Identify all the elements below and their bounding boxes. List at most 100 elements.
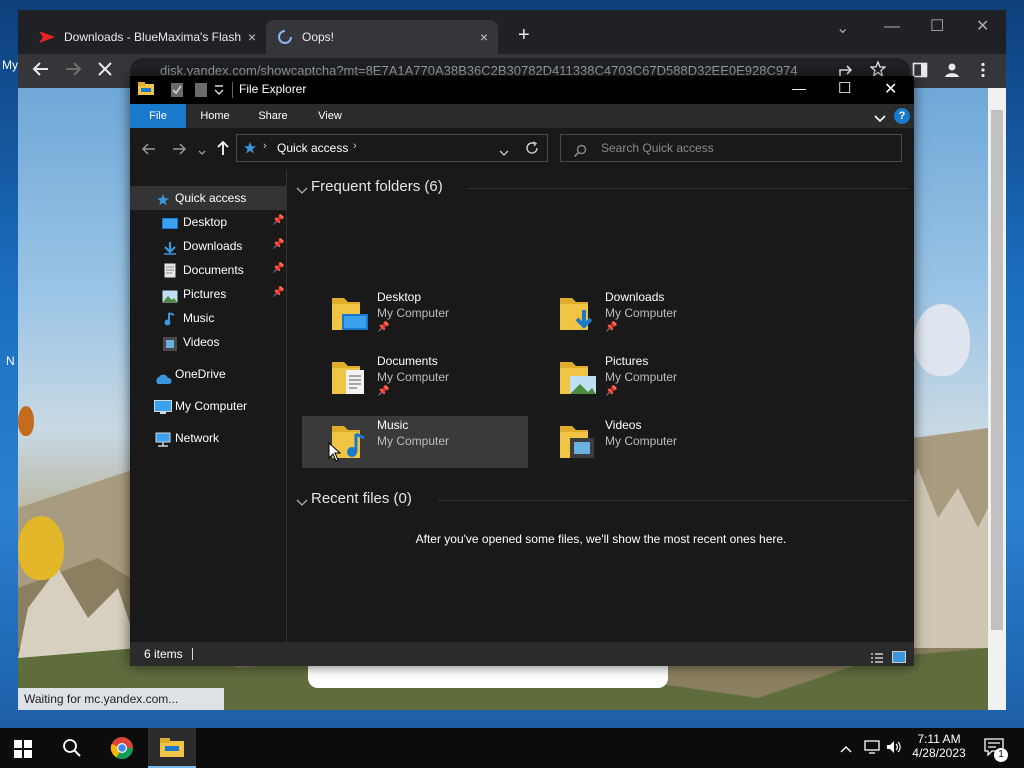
chrome-icon[interactable] (110, 736, 134, 763)
address-dropdown-icon[interactable] (499, 145, 509, 159)
tab-file[interactable]: File (130, 104, 186, 128)
network-icon[interactable] (864, 740, 880, 757)
nav-label: Pictures (183, 287, 227, 301)
tab-search-button[interactable]: ⌄ (836, 18, 849, 38)
nav-item-documents[interactable]: Documents 📌 (130, 258, 286, 282)
pin-icon: 📌 (272, 287, 285, 298)
forward-arrow-icon[interactable] (172, 142, 187, 159)
collapse-chevron-icon[interactable] (296, 496, 308, 510)
forward-icon[interactable] (64, 60, 82, 81)
tab-home[interactable]: Home (188, 104, 242, 128)
nav-item-music[interactable]: Music (130, 306, 286, 330)
pin-icon: 📌 (272, 215, 285, 226)
nav-item-downloads[interactable]: Downloads 📌 (130, 234, 286, 258)
tab-share[interactable]: Share (246, 104, 300, 128)
details-view-icon[interactable] (870, 648, 884, 672)
back-arrow-icon[interactable] (141, 142, 156, 159)
balloon-orange (18, 406, 34, 436)
folder-tile-music[interactable]: Music My Computer (302, 416, 528, 468)
maximize-button[interactable]: ☐ (930, 16, 944, 36)
folder-tile-pictures[interactable]: Pictures My Computer 📌 (530, 352, 756, 404)
explorer-close-button[interactable]: ✕ (884, 79, 897, 99)
address-box[interactable]: › Quick access › (236, 134, 548, 162)
nav-item-onedrive[interactable]: OneDrive (130, 362, 286, 386)
explorer-app-icon (138, 82, 154, 99)
nav-item-desktop[interactable]: Desktop 📌 (130, 210, 286, 234)
nav-item-network[interactable]: Network (130, 426, 286, 450)
tab-strip: Downloads - BlueMaxima's Flash × Oops! ×… (18, 10, 1006, 54)
clock[interactable]: 7:11 AM 4/28/2023 (906, 732, 972, 760)
search-icon[interactable] (62, 738, 82, 761)
desktop-folder-icon (330, 292, 370, 335)
refresh-icon[interactable] (525, 141, 539, 158)
folder-tile-downloads[interactable]: Downloads My Computer 📌 (530, 288, 756, 340)
breadcrumb-chevron[interactable]: › (353, 140, 357, 152)
nav-label: My Computer (175, 399, 248, 413)
notification-badge: 1 (994, 748, 1008, 762)
folder-tile-desktop[interactable]: Desktop My Computer 📌 (302, 288, 528, 340)
nav-item-pictures[interactable]: Pictures 📌 (130, 282, 286, 306)
folder-name: Downloads (605, 290, 665, 304)
windows-start-icon[interactable] (14, 740, 32, 761)
item-count: 6 items (144, 647, 183, 661)
nav-quick-access[interactable]: Quick access (130, 186, 286, 210)
pin-icon: 📌 (605, 386, 618, 397)
minimize-button[interactable]: — (884, 18, 900, 36)
tab-view[interactable]: View (302, 104, 358, 128)
customize-toolbar-icon[interactable] (214, 84, 224, 99)
clock-time: 7:11 AM (917, 732, 961, 746)
recent-files-empty-message: After you've opened some files, we'll sh… (415, 532, 787, 546)
section-divider (468, 188, 908, 189)
tab-oops[interactable]: Oops! × (266, 20, 498, 54)
scrollbar-thumb[interactable] (991, 110, 1003, 630)
documents-folder-icon (330, 356, 370, 399)
nav-label: Quick access (175, 191, 247, 205)
help-button[interactable]: ? (894, 108, 910, 124)
close-window-button[interactable]: ✕ (976, 16, 989, 36)
close-tab-icon[interactable]: × (480, 29, 488, 45)
desktop-icon-label[interactable]: N (6, 354, 15, 368)
breadcrumb-quick-access[interactable]: Quick access (277, 141, 348, 155)
collapse-chevron-icon[interactable] (296, 184, 308, 198)
recent-locations-icon[interactable] (198, 145, 206, 159)
downloads-folder-icon (558, 292, 598, 335)
cloud-icon (154, 369, 172, 393)
profile-icon[interactable] (944, 62, 960, 81)
computer-icon (154, 399, 172, 423)
nav-label: Music (183, 311, 215, 325)
file-explorer-taskbar-button[interactable] (148, 728, 196, 768)
nav-label: Downloads (183, 239, 243, 253)
large-icons-view-icon[interactable] (892, 647, 906, 671)
side-panel-icon[interactable] (912, 62, 928, 81)
new-folder-icon[interactable] (194, 82, 208, 101)
clock-date: 4/28/2023 (912, 746, 966, 760)
nav-item-videos[interactable]: Videos (130, 330, 286, 354)
folder-name: Documents (377, 354, 438, 368)
show-hidden-icons-chevron[interactable] (840, 742, 852, 756)
folder-location: My Computer (605, 306, 678, 320)
menu-kebab-icon[interactable] (980, 62, 986, 81)
folder-tile-videos[interactable]: Videos My Computer (530, 416, 756, 468)
tab-downloads[interactable]: Downloads - BlueMaxima's Flash × (26, 20, 266, 54)
nav-item-my-computer[interactable]: My Computer (130, 394, 286, 418)
status-separator (192, 648, 193, 660)
properties-icon[interactable] (170, 82, 184, 101)
search-input[interactable]: Search Quick access (560, 134, 902, 162)
content-pane: Frequent folders (6) Desktop My Computer… (288, 170, 914, 642)
explorer-title-bar: File Explorer — ☐ ✕ (130, 76, 914, 104)
stop-loading-icon[interactable] (96, 60, 114, 81)
taskbar: 7:11 AM 4/28/2023 1 (0, 728, 1024, 768)
mouse-cursor-icon (328, 441, 342, 465)
up-arrow-icon[interactable] (216, 140, 230, 159)
explorer-minimize-button[interactable]: — (792, 80, 806, 96)
back-icon[interactable] (32, 60, 50, 81)
folder-location: My Computer (377, 370, 450, 384)
close-tab-icon[interactable]: × (248, 29, 256, 45)
explorer-maximize-button[interactable]: ☐ (838, 79, 851, 97)
desktop-icon-label[interactable]: My (2, 58, 18, 72)
volume-icon[interactable] (886, 740, 902, 757)
expand-ribbon-icon[interactable] (874, 112, 886, 126)
new-tab-button[interactable]: + (518, 24, 530, 47)
search-placeholder: Search Quick access (601, 141, 714, 155)
folder-tile-documents[interactable]: Documents My Computer 📌 (302, 352, 528, 404)
